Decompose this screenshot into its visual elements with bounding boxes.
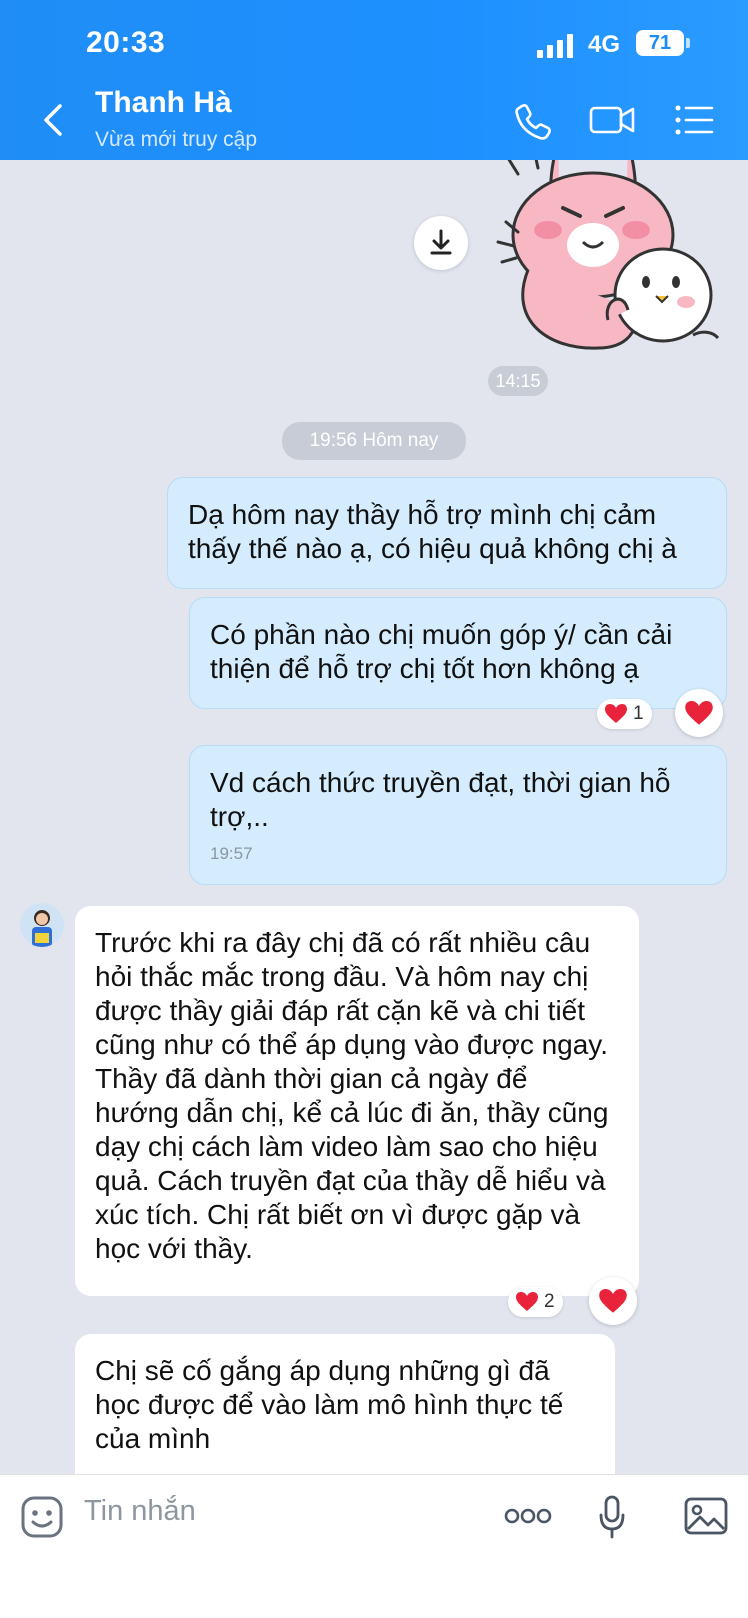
menu-icon[interactable]	[672, 100, 720, 140]
message-input[interactable]: Tin nhắn	[84, 1495, 196, 1528]
outgoing-message[interactable]: Có phần nào chị muốn góp ý/ cần cải thiệ…	[189, 597, 727, 709]
download-button[interactable]	[414, 216, 468, 270]
signal-icon	[537, 34, 577, 58]
reaction-count: 2	[544, 1291, 555, 1312]
battery-icon: 71	[636, 30, 690, 56]
heart-icon	[599, 1288, 627, 1313]
contact-name[interactable]: Thanh Hà	[95, 86, 232, 120]
network-type: 4G	[588, 31, 621, 58]
outgoing-message[interactable]: Dạ hôm nay thầy hỗ trợ mình chị cảm thấy…	[167, 477, 727, 589]
react-button[interactable]	[589, 1277, 637, 1325]
chat-header: 20:33 4G 71 Thanh Hà Vừa mới truy cập	[0, 0, 748, 160]
date-separator: 19:56 Hôm nay	[282, 422, 466, 460]
status-time: 20:33	[86, 26, 166, 59]
incoming-message[interactable]: Chị sẽ cố gắng áp dụng những gì đã học đ…	[75, 1334, 615, 1494]
composer-bar: Tin nhắn	[0, 1474, 748, 1618]
reaction-summary[interactable]: 1	[597, 699, 652, 729]
contact-status: Vừa mới truy cập	[95, 128, 258, 151]
reaction-count: 1	[633, 703, 644, 724]
timestamp-pill: 14:15	[488, 366, 548, 396]
react-button[interactable]	[675, 689, 723, 737]
download-icon	[430, 229, 452, 255]
message-time: 19:57	[210, 844, 253, 863]
avatar[interactable]	[20, 903, 64, 947]
rabbit-sticker[interactable]	[488, 160, 724, 350]
message-text: Vd cách thức truyền đạt, thời gian hỗ tr…	[210, 767, 671, 832]
image-icon[interactable]	[684, 1495, 728, 1537]
heart-icon	[685, 700, 713, 725]
sticker-icon[interactable]	[20, 1495, 64, 1539]
phone-icon[interactable]	[510, 100, 558, 140]
reaction-summary[interactable]: 2	[508, 1287, 563, 1317]
incoming-message[interactable]: Trước khi ra đây chị đã có rất nhiều câu…	[75, 906, 639, 1296]
video-icon[interactable]	[588, 100, 636, 140]
more-icon[interactable]	[504, 1505, 552, 1527]
heart-icon	[516, 1292, 538, 1311]
outgoing-message[interactable]: Vd cách thức truyền đạt, thời gian hỗ tr…	[189, 745, 727, 885]
heart-icon	[605, 704, 627, 723]
back-icon[interactable]	[38, 100, 68, 140]
mic-icon[interactable]	[598, 1495, 626, 1539]
